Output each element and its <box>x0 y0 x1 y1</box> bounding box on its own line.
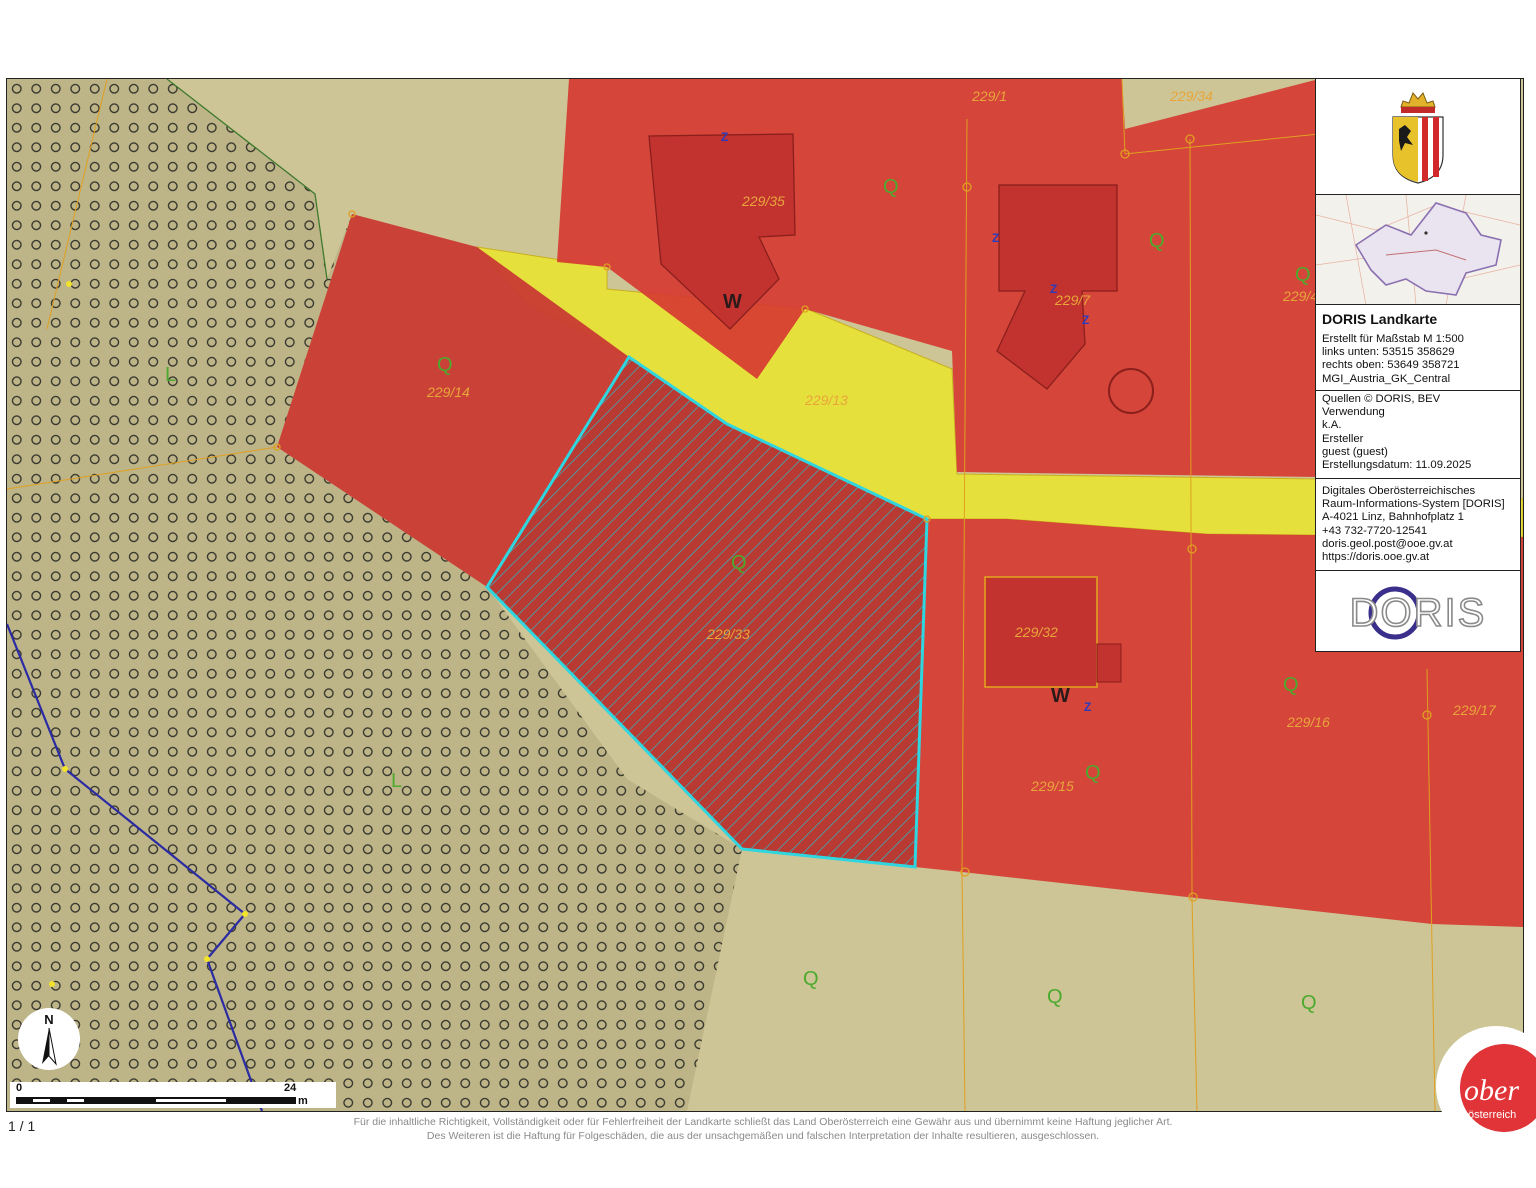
org-name-line1: Digitales Oberösterreichisches <box>1322 485 1476 497</box>
scale-line: Erstellt für Maßstab M 1:500 <box>1322 333 1464 345</box>
building-outline <box>1096 643 1122 683</box>
overview-map-graphic <box>1316 195 1520 304</box>
zone-mark: Z <box>992 231 999 245</box>
parcel-label: 229/7 <box>1054 292 1091 308</box>
map-meta-section: Quellen © DORIS, BEV Verwendung k.A. Ers… <box>1316 391 1520 479</box>
parcel-label: 229/34 <box>1169 88 1213 104</box>
north-arrow-icon <box>42 1027 57 1066</box>
coordinate-system: MGI_Austria_GK_Central <box>1322 372 1451 385</box>
parcel-label: 229/4 <box>1282 288 1318 304</box>
overview-map[interactable] <box>1316 195 1520 305</box>
parcel-label: 229/14 <box>426 384 470 400</box>
zone-label: Q <box>1085 762 1101 784</box>
zone-label: Q <box>437 354 453 376</box>
scale-start: 0 <box>16 1082 23 1094</box>
lower-left-coords: links unten: 53515 358629 <box>1322 346 1455 359</box>
disclaimer: Für die inhaltliche Richtigkeit, Vollstä… <box>230 1116 1296 1143</box>
coat-of-arms-section <box>1316 79 1520 195</box>
zone-label: Q <box>1295 264 1311 286</box>
zone-label: W <box>723 291 742 313</box>
map-info-panel: DORIS Landkarte Erstellt für Maßstab M 1… <box>1315 78 1521 652</box>
zone-label: Q <box>731 552 747 574</box>
contact-section: Digitales Oberösterreichisches Raum-Info… <box>1316 479 1520 571</box>
doris-logo: DORIS <box>1316 571 1520 653</box>
org-name-line2: Raum-Informations-System [DORIS] <box>1322 498 1505 511</box>
parcel-label: 229/1 <box>971 88 1007 104</box>
creator-value: guest (guest) <box>1322 445 1388 458</box>
email-link[interactable]: doris.geol.post@ooe.gv.at <box>1322 538 1514 551</box>
map-title-section: DORIS Landkarte Erstellt für Maßstab M 1… <box>1316 305 1520 391</box>
badge-wordmark: ober <box>1464 1074 1519 1107</box>
address: A-4021 Linz, Bahnhofplatz 1 <box>1322 511 1464 524</box>
upper-right-coords: rechts oben: 53649 358721 <box>1322 359 1460 372</box>
zone-label: Q <box>1047 986 1063 1008</box>
zone-mark: Z <box>1082 313 1089 327</box>
parcel-label: 229/33 <box>706 626 750 642</box>
creator-label: Ersteller <box>1322 432 1364 445</box>
oberoesterreich-logo: ober österreich <box>1436 1026 1536 1146</box>
north-arrow: N <box>18 1008 80 1070</box>
parcel-label: 229/35 <box>741 193 785 209</box>
website-link[interactable]: https://doris.ooe.gv.at <box>1322 551 1514 564</box>
phone: +43 732-7720-12541 <box>1322 524 1428 537</box>
doris-logo-graphic: DORIS <box>1349 586 1487 640</box>
parcel-label: 229/15 <box>1030 778 1074 794</box>
zone-mark: Z <box>1050 282 1057 296</box>
disclaimer-line: Des Weiteren ist die Haftung für Folgesc… <box>426 1129 1100 1142</box>
coat-of-arms-icon <box>1392 91 1444 184</box>
zone-mark: Z <box>721 130 728 144</box>
parcel-label: 229/17 <box>1452 702 1497 718</box>
usage-value: k.A. <box>1322 419 1342 432</box>
sources: Quellen © DORIS, BEV <box>1322 393 1441 405</box>
parcel-label: 229/32 <box>1014 624 1058 640</box>
disclaimer-line: Für die inhaltliche Richtigkeit, Vollstä… <box>353 1116 1173 1128</box>
zone-label: L <box>165 364 176 386</box>
zone-label: Q <box>1149 230 1165 252</box>
page-number: 1 / 1 <box>8 1118 36 1134</box>
usage-label: Verwendung <box>1322 406 1385 419</box>
zone-mark: Z <box>1084 700 1091 714</box>
zone-label: Q <box>1283 674 1299 696</box>
zone-label: Q <box>803 968 819 990</box>
scale-bar-graphic <box>16 1097 296 1104</box>
scale-end: 24 <box>284 1082 297 1094</box>
badge-subtitle: österreich <box>1468 1109 1516 1121</box>
zone-label: W <box>1051 685 1070 707</box>
zone-label: Q <box>883 176 899 198</box>
parcel-label: 229/16 <box>1286 714 1330 730</box>
zone-label: L <box>391 770 402 792</box>
parcel-label: 229/13 <box>804 392 848 408</box>
creation-date: Erstellungsdatum: 11.09.2025 <box>1322 459 1472 472</box>
map-title: DORIS Landkarte <box>1322 311 1438 327</box>
doris-logo-text: DORIS <box>1350 591 1487 635</box>
scale-bar: 0 24 m <box>10 1082 336 1108</box>
map-canvas[interactable]: 229/35 229/34 229/7 229/14 229/13 229/33… <box>7 79 1523 1111</box>
zone-label: Q <box>1301 992 1317 1014</box>
map-view[interactable]: 229/35 229/34 229/7 229/14 229/13 229/33… <box>6 78 1524 1112</box>
